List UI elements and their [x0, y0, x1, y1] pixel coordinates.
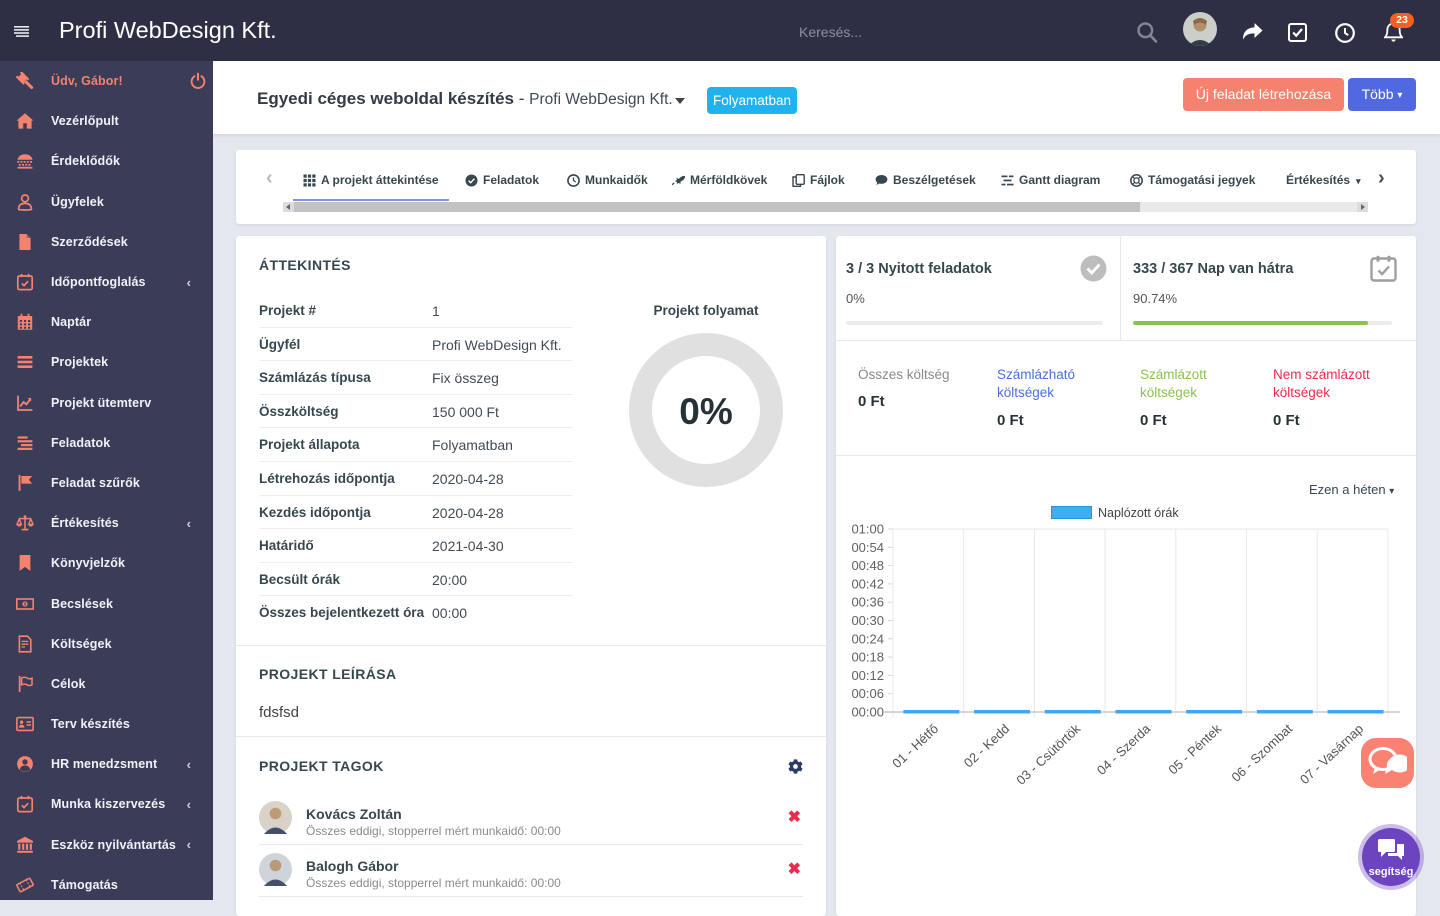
svg-text:00:24: 00:24 — [851, 631, 884, 646]
svg-text:00:42: 00:42 — [851, 576, 884, 591]
svg-text:00:18: 00:18 — [851, 650, 884, 665]
svg-text:00:36: 00:36 — [851, 595, 884, 610]
svg-text:01:00: 01:00 — [851, 522, 884, 537]
svg-text:00:00: 00:00 — [851, 705, 884, 720]
svg-text:00:54: 00:54 — [851, 540, 884, 555]
svg-text:00:06: 00:06 — [851, 686, 884, 701]
svg-text:00:48: 00:48 — [851, 558, 884, 573]
svg-text:00:12: 00:12 — [851, 668, 884, 683]
svg-text:00:30: 00:30 — [851, 613, 884, 628]
